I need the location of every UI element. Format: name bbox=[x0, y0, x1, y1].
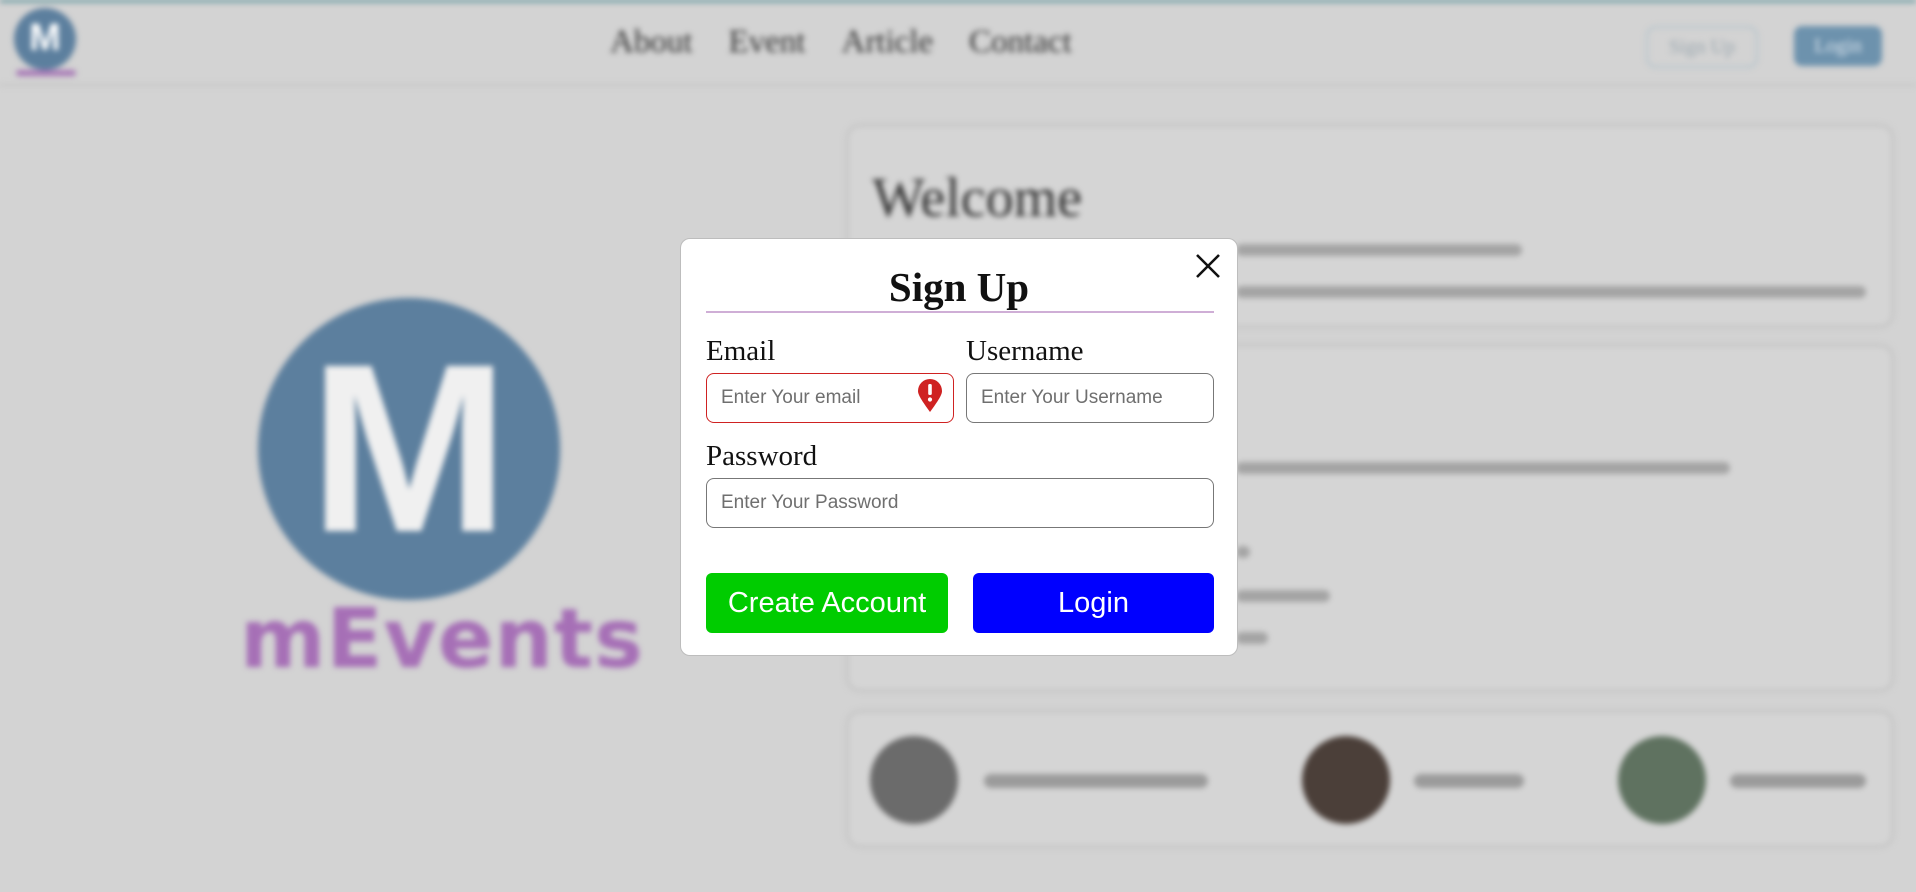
avatar-name bbox=[1730, 774, 1866, 788]
title-divider bbox=[706, 311, 1214, 313]
info-text-line bbox=[1236, 462, 1730, 474]
site-logo-underline bbox=[16, 70, 76, 76]
header-login-button[interactable]: Login bbox=[1794, 26, 1882, 66]
hero-logo: M bbox=[258, 298, 560, 600]
password-label: Password bbox=[706, 440, 818, 472]
avatar bbox=[870, 736, 958, 824]
nav-about[interactable]: About bbox=[610, 24, 693, 61]
nav-article[interactable]: Article bbox=[841, 24, 933, 61]
top-navbar: M About Event Article Contact Sign Up Lo… bbox=[0, 0, 1916, 86]
info-text-line bbox=[1236, 546, 1250, 558]
username-label: Username bbox=[966, 335, 1084, 367]
nav-contact[interactable]: Contact bbox=[969, 24, 1072, 61]
create-account-button[interactable]: Create Account bbox=[706, 573, 948, 633]
hero-logo-text: mEvents bbox=[240, 592, 644, 687]
login-button[interactable]: Login bbox=[973, 573, 1214, 633]
avatar-name bbox=[1414, 774, 1524, 788]
email-label: Email bbox=[706, 335, 776, 367]
signup-modal: Sign Up Email Username Password Create A… bbox=[680, 238, 1238, 656]
info-text-line bbox=[1236, 590, 1330, 602]
avatar-name bbox=[984, 774, 1208, 788]
error-icon bbox=[918, 379, 942, 412]
info-text-line bbox=[1236, 632, 1268, 644]
welcome-text-line bbox=[1236, 244, 1522, 256]
welcome-title: Welcome bbox=[872, 167, 1083, 229]
site-logo[interactable]: M bbox=[14, 8, 76, 70]
header-signup-button[interactable]: Sign Up bbox=[1646, 26, 1758, 68]
avatar bbox=[1302, 736, 1390, 824]
password-field[interactable] bbox=[706, 478, 1214, 528]
close-icon[interactable] bbox=[1193, 251, 1223, 281]
main-nav: About Event Article Contact bbox=[610, 24, 1072, 61]
nav-event[interactable]: Event bbox=[729, 24, 806, 61]
welcome-text-line bbox=[1236, 286, 1866, 298]
username-field[interactable] bbox=[966, 373, 1214, 423]
modal-title: Sign Up bbox=[888, 264, 1030, 310]
avatar bbox=[1618, 736, 1706, 824]
